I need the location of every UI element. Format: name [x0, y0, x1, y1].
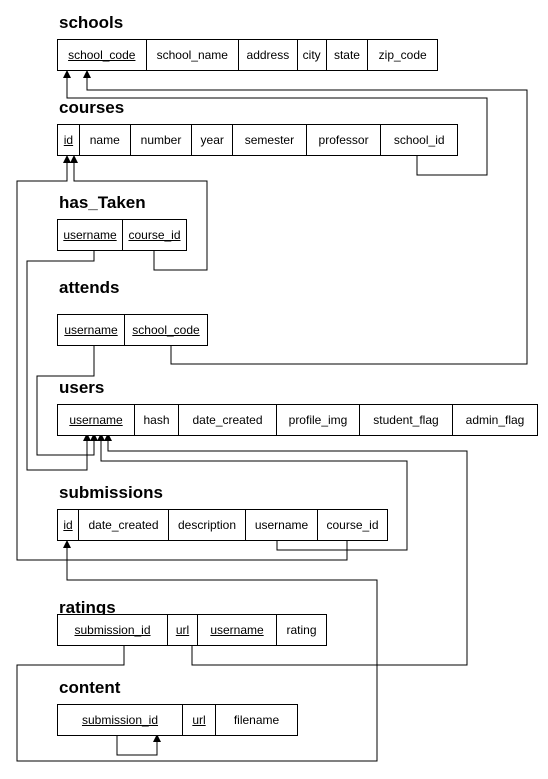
column-course-id: course_id [326, 518, 379, 532]
column-student-flag: student_flag [360, 405, 453, 435]
column-name: name [80, 125, 131, 155]
column-username: username [246, 510, 318, 540]
table-title-users: users [59, 378, 105, 397]
table-title-courses: courses [59, 98, 125, 117]
column-admin-flag: admin_flag [465, 413, 525, 427]
table-title-submissions: submissions [59, 483, 163, 502]
column-zip-code: zip_code [378, 48, 427, 62]
table-has-taken: username course_id [57, 219, 187, 251]
table-title-schools: schools [59, 13, 124, 32]
column-address: address [239, 40, 298, 70]
column-filename: filename [233, 713, 280, 727]
arrowhead [63, 155, 71, 163]
column-school-code: school_code [132, 323, 200, 337]
column-profile-img: profile_img [277, 405, 360, 435]
column-semester: semester [233, 125, 307, 155]
table-schools: school_code school_name address city sta… [57, 39, 438, 71]
table-submissions: id date_created description username cou… [57, 509, 388, 541]
table-title-content: content [59, 678, 121, 697]
column-school-code: school_code [58, 40, 147, 70]
column-rating: rating [286, 623, 317, 637]
table-users: username hash date_created profile_img s… [57, 404, 538, 436]
column-state: state [327, 40, 369, 70]
column-course-id: course_id [128, 228, 181, 242]
column-id: id [58, 125, 80, 155]
column-hash: hash [135, 405, 179, 435]
column-username: username [198, 615, 277, 645]
column-school-name: school_name [147, 40, 240, 70]
column-id: id [58, 510, 79, 540]
table-title-attends: attends [59, 278, 120, 297]
arrowhead [63, 70, 71, 78]
column-year: year [192, 125, 234, 155]
column-url: url [168, 615, 198, 645]
column-username: username [58, 315, 125, 345]
table-content: submission_id url filename [57, 704, 298, 736]
column-username: username [58, 405, 135, 435]
column-date-created: date_created [79, 510, 169, 540]
column-city: city [298, 40, 327, 70]
column-username: username [58, 220, 123, 250]
column-school-id: school_id [393, 133, 445, 147]
column-url: url [183, 705, 216, 735]
table-title-has-taken: has_Taken [59, 193, 146, 212]
arrowhead [63, 540, 71, 548]
arrowhead [83, 70, 91, 78]
column-number: number [131, 125, 193, 155]
table-attends: username school_code [57, 314, 208, 346]
column-professor: professor [307, 125, 382, 155]
arrowhead [70, 155, 78, 163]
column-submission-id: submission_id [58, 705, 183, 735]
link-content-url [116, 736, 158, 756]
column-description: description [169, 510, 246, 540]
column-submission-id: submission_id [58, 615, 168, 645]
column-date-created: date_created [179, 405, 277, 435]
table-ratings: submission_id url username rating [57, 614, 327, 646]
table-courses: id name number year semester professor s… [57, 124, 458, 156]
